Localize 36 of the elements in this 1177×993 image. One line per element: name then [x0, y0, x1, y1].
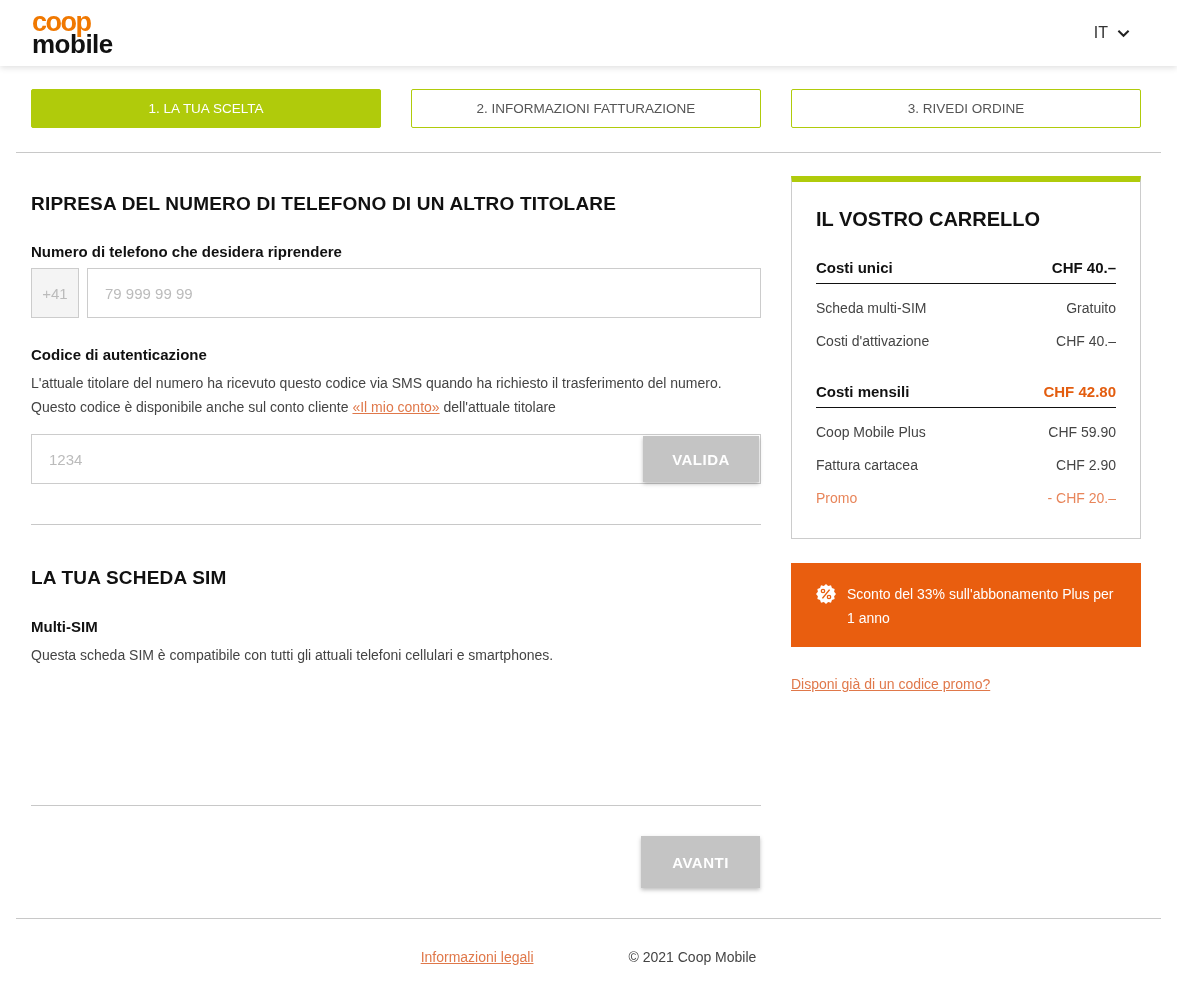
sim-name: Multi-SIM [31, 617, 99, 637]
cart-item-label: Scheda multi-SIM [816, 299, 927, 318]
cart-item-price: - CHF 20.– [1047, 489, 1116, 508]
promo-code-link[interactable]: Disponi già di un codice promo? [791, 674, 991, 694]
field-label: Codice di autenticazione [31, 345, 208, 365]
cart-title: IL VOSTRO CARRELLO [816, 207, 1042, 231]
cart-section-title: Costi mensili [816, 382, 910, 402]
field-label: Numero di telefono che desidera riprendere [31, 242, 343, 262]
cart-section-total: CHF 42.80 [1043, 382, 1116, 402]
cart-item-label: Coop Mobile Plus [816, 423, 926, 442]
promo-banner-text: Sconto del 33% sull'abbonamento Plus per 1 anno [847, 585, 1115, 628]
step-tab[interactable]: 2. INFORMAZIONI FATTURAZIONE [411, 89, 761, 128]
cart-section-total: CHF 40.– [1051, 258, 1116, 278]
legal-link[interactable]: Informazioni legali [420, 947, 534, 967]
step-tab[interactable]: 1. LA TUA SCELTA [31, 89, 381, 128]
copyright-text: © 2021 Coop Mobile [628, 948, 757, 967]
cart-item-price: CHF 59.90 [1048, 423, 1116, 442]
phone-input[interactable]: 79 999 99 99 [87, 268, 761, 318]
percent-badge-icon [816, 584, 836, 604]
section-title: RIPRESA DEL NUMERO DI TELEFONO DI UN ALTRO TITOLARE [31, 192, 618, 216]
cart-item-label: Promo [816, 489, 858, 508]
cart-item-label: Fattura cartacea [816, 456, 918, 475]
section-title: LA TUA SCHEDA SIM [31, 566, 228, 590]
logo[interactable]: coop mobile [32, 12, 113, 56]
sim-description: Questa scheda SIM è compatibile con tutti gli attuali telefoni cellulari e smartphones. [31, 646, 555, 665]
help-text: L'attuale titolare del numero ha ricevuto questo codice via SMS quando ha richiesto il trasferimento del numero. Questo codice è disponibile anche sul conto cliente «Il mio conto» dell'attuale titolare [31, 374, 723, 417]
cart-item-price: Gratuito [1066, 299, 1116, 318]
chevron-down-icon [1117, 28, 1130, 38]
country-code-prefix: +41 [31, 268, 79, 318]
cart-item-price: CHF 40.– [1056, 332, 1116, 351]
cart-section-title: Costi unici [816, 258, 893, 278]
language-selector[interactable]: IT [1093, 24, 1130, 42]
cart-item-price: CHF 2.90 [1056, 456, 1116, 475]
cart-item-label: Costi d'attivazione [816, 332, 930, 351]
account-link[interactable]: «Il mio conto» [352, 399, 440, 415]
step-tab[interactable]: 3. RIVEDI ORDINE [791, 89, 1141, 128]
